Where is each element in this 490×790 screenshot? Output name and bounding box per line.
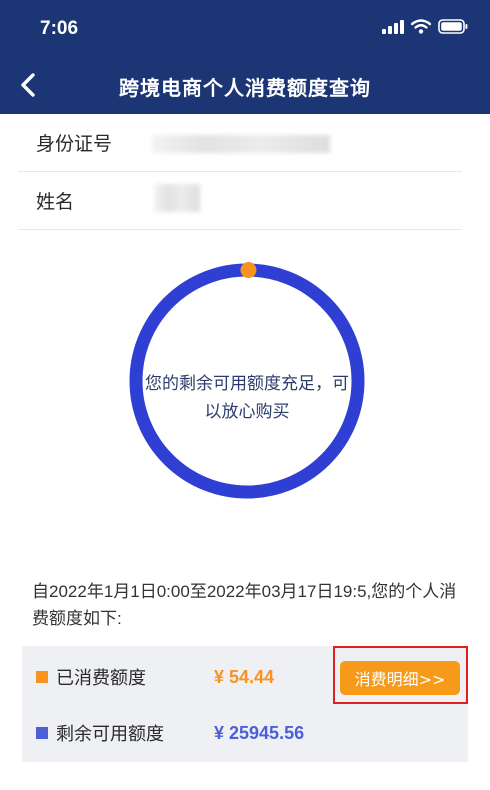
quota-status-message: 您的剩余可用额度充足，可以放心购买 bbox=[145, 374, 349, 422]
id-number-value-redacted bbox=[152, 135, 330, 153]
signal-icon bbox=[382, 19, 404, 34]
name-value-redacted bbox=[154, 184, 200, 212]
battery-icon bbox=[438, 19, 468, 34]
remaining-quota-label: 剩余可用额度 bbox=[56, 724, 164, 745]
remaining-quota-value: ¥ 25945.56 bbox=[214, 722, 305, 743]
page-title: 跨境电商个人消费额度查询 bbox=[119, 76, 371, 100]
used-quota-label: 已消费额度 bbox=[56, 668, 146, 689]
wifi-icon bbox=[411, 19, 431, 34]
header-bar: 7:06 跨境电商个人消费额度查询 bbox=[0, 0, 490, 114]
query-range-text: 自2022年1月1日0:00至2022年03月17日19:5,您的个人消费额度如… bbox=[32, 582, 457, 628]
id-number-label: 身份证号 bbox=[36, 133, 113, 155]
used-quota-value: ¥ 54.44 bbox=[214, 666, 275, 687]
used-quota-marker bbox=[240, 262, 257, 279]
name-row: 姓名 bbox=[18, 172, 462, 230]
remaining-quota-row: 剩余可用额度 ¥ 25945.56 bbox=[22, 706, 468, 760]
remaining-legend-swatch bbox=[36, 727, 48, 739]
used-legend-swatch bbox=[36, 671, 48, 683]
status-time: 7:06 bbox=[40, 18, 79, 39]
status-icons bbox=[382, 19, 468, 34]
name-label: 姓名 bbox=[36, 191, 75, 213]
consumption-detail-button[interactable]: 消费明细>> bbox=[340, 661, 460, 695]
